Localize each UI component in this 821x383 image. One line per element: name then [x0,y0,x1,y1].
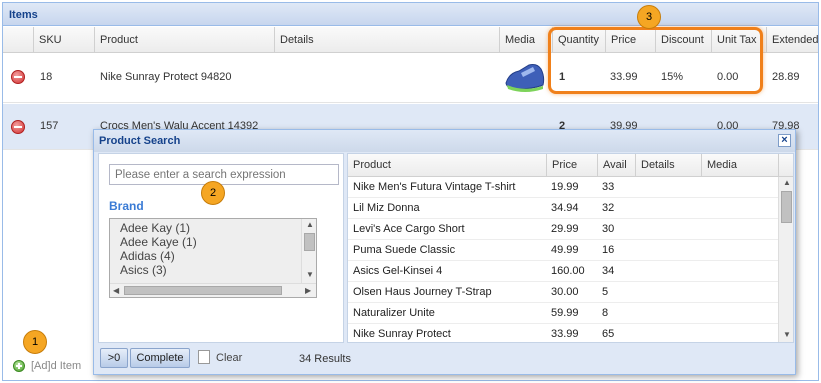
complete-button[interactable]: Complete [130,348,190,368]
row-sku: 157 [40,120,59,132]
document-icon[interactable] [198,350,210,364]
result-price: 34.94 [551,202,579,214]
result-product: Naturalizer Unite [353,307,435,319]
scroll-left-icon[interactable]: ◀ [113,286,119,295]
result-avail: 8 [602,307,609,319]
result-price: 19.99 [551,181,579,193]
col-details[interactable]: Details [274,27,499,53]
result-avail: 16 [602,244,615,256]
brand-vertical-scrollbar[interactable]: ▲ ▼ [301,219,316,283]
remove-circle-icon[interactable] [11,120,25,134]
shoe-thumbnail [505,64,545,92]
result-row[interactable]: Puma Suede Classic 49.99 16 [348,240,778,261]
result-price: 59.99 [551,307,579,319]
product-search-dialog: Product Search × Brand Adee Kay (1) Adee… [93,129,796,375]
scroll-right-icon[interactable]: ▶ [305,286,311,295]
brand-label: Brand [109,199,144,213]
col-price[interactable]: Price [546,154,597,177]
results-grid-header: Product Price Avail Details Media [348,154,793,177]
add-item-link[interactable]: [Ad]d Item [31,360,81,372]
result-product: Nike Sunray Protect [353,328,451,340]
result-avail: 65 [602,328,615,340]
result-product: Olsen Haus Journey T-Strap [353,286,492,298]
results-count: 34 Results [299,353,351,365]
col-media[interactable]: Media [499,27,552,53]
result-price: 160.00 [551,265,585,277]
callout-1: 1 [23,330,47,354]
result-avail: 33 [602,181,615,193]
scroll-thumb[interactable] [304,233,315,251]
col-remove [3,27,33,53]
result-row[interactable]: Nike Sunray Protect 33.99 65 [348,324,778,342]
result-row[interactable]: Nike Men's Futura Vintage T-shirt 19.99 … [348,177,778,198]
result-avail: 34 [602,265,615,277]
row-extended: 28.89 [772,71,800,83]
result-product: Puma Suede Classic [353,244,456,256]
clear-link[interactable]: Clear [216,352,242,364]
result-product: Levi's Ace Cargo Short [353,223,465,235]
result-product: Lil Miz Donna [353,202,420,214]
scroll-thumb[interactable] [781,191,792,223]
brand-item[interactable]: Adidas (4) [110,249,175,263]
col-sku[interactable]: SKU [33,27,94,53]
brand-item[interactable]: Adee Kaye (1) [110,235,197,249]
results-grid: Product Price Avail Details Media Nike M… [347,153,794,343]
row-sku: 18 [40,71,53,83]
scroll-down-icon[interactable]: ▼ [783,330,791,339]
result-row[interactable]: Lil Miz Donna 34.94 32 [348,198,778,219]
callout-2: 2 [201,181,225,205]
brand-horizontal-scrollbar[interactable]: ◀ ▶ [110,283,316,297]
add-circle-icon[interactable] [13,360,25,372]
col-product[interactable]: Product [348,154,546,177]
brand-item[interactable]: Adee Kay (1) [110,221,190,235]
result-row[interactable]: Levi's Ace Cargo Short 29.99 30 [348,219,778,240]
scroll-thumb[interactable] [124,286,282,295]
dialog-title: Product Search [94,130,795,152]
col-spacer [778,154,793,177]
remove-circle-icon[interactable] [11,70,25,84]
in-stock-button[interactable]: >0 [100,348,128,368]
search-input[interactable] [109,164,339,185]
result-price: 49.99 [551,244,579,256]
col-product[interactable]: Product [94,27,274,53]
result-price: 29.99 [551,223,579,235]
result-avail: 30 [602,223,615,235]
scroll-up-icon[interactable]: ▲ [783,178,791,187]
result-row[interactable]: Naturalizer Unite 59.99 8 [348,303,778,324]
result-row[interactable]: Asics Gel-Kinsei 4 160.00 34 [348,261,778,282]
result-avail: 5 [602,286,609,298]
row-product: Nike Sunray Protect 94820 [100,71,232,83]
dialog-footer: >0 Complete Clear 34 Results [98,346,793,372]
col-details[interactable]: Details [635,154,701,177]
col-extended[interactable]: Extended [766,27,818,53]
result-row[interactable]: Olsen Haus Journey T-Strap 30.00 5 [348,282,778,303]
scroll-down-icon[interactable]: ▼ [306,270,314,279]
brand-list[interactable]: Adee Kay (1) Adee Kaye (1) Adidas (4) As… [109,218,317,298]
panel-title: Items [3,3,818,26]
results-vertical-scrollbar[interactable]: ▲ ▼ [778,177,793,342]
callout-3: 3 [637,5,661,29]
col-media[interactable]: Media [701,154,778,177]
result-price: 30.00 [551,286,579,298]
result-price: 33.99 [551,328,579,340]
highlight-box [548,27,763,94]
close-icon[interactable]: × [778,134,791,147]
scroll-up-icon[interactable]: ▲ [306,220,314,229]
result-product: Asics Gel-Kinsei 4 [353,265,443,277]
filter-pane: Brand Adee Kay (1) Adee Kaye (1) Adidas … [98,153,344,343]
result-product: Nike Men's Futura Vintage T-shirt [353,181,516,193]
col-avail[interactable]: Avail [597,154,635,177]
brand-item[interactable]: Asics (3) [110,263,167,277]
result-avail: 32 [602,202,615,214]
